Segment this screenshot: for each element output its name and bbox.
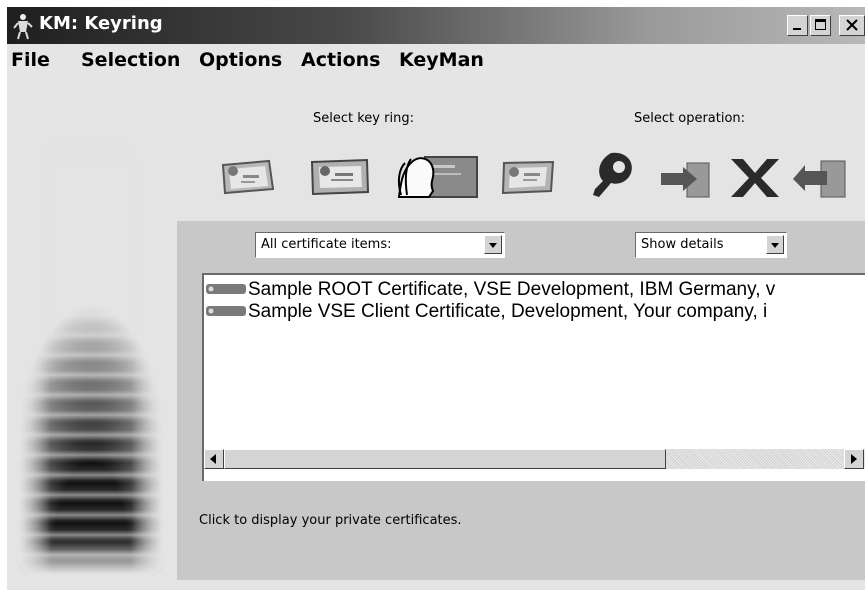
select-operation-label: Select operation: <box>634 111 746 126</box>
certificate-card-icon[interactable] <box>499 157 557 197</box>
keyring-window: KM: Keyring File Selection Options Actio… <box>7 7 865 590</box>
item-filter-select[interactable]: All certificate items: <box>255 232 505 258</box>
delete-x-icon[interactable] <box>727 155 783 201</box>
scrollbar-track[interactable] <box>666 449 844 469</box>
key-icon[interactable] <box>589 149 641 201</box>
menu-bar: File Selection Options Actions KeyMan <box>7 45 865 77</box>
minimize-icon <box>793 28 801 30</box>
certificate-card-icon[interactable] <box>309 157 371 197</box>
app-icon <box>13 14 33 40</box>
menu-keyman[interactable]: KeyMan <box>399 49 484 71</box>
window-title: KM: Keyring <box>39 13 163 34</box>
certificate-name: Sample VSE Client Certificate, Developme… <box>248 301 768 322</box>
certificate-item-icon <box>206 306 246 316</box>
menu-options[interactable]: Options <box>199 49 282 71</box>
menu-selection[interactable]: Selection <box>81 49 180 71</box>
main-content: Select key ring: Select operation: All c… <box>7 79 865 590</box>
side-graphic-fade <box>19 103 163 575</box>
close-icon <box>846 19 858 31</box>
horizontal-scrollbar[interactable] <box>204 449 865 469</box>
arrow-right-icon <box>851 454 857 464</box>
certificate-list[interactable]: Sample ROOT Certificate, VSE Development… <box>202 273 865 481</box>
scroll-left-button[interactable] <box>204 449 224 469</box>
title-bar[interactable]: KM: Keyring <box>7 7 865 44</box>
certificate-name: Sample ROOT Certificate, VSE Development… <box>248 279 776 300</box>
certificate-card-icon[interactable] <box>219 157 277 197</box>
status-message: Click to display your private certificat… <box>199 513 462 528</box>
certificate-panel: All certificate items: Show details Samp… <box>177 221 865 580</box>
chevron-down-icon[interactable] <box>484 235 502 254</box>
item-filter-value: All certificate items: <box>261 237 392 252</box>
menu-file[interactable]: File <box>11 49 50 71</box>
minimize-button[interactable] <box>787 15 808 36</box>
export-arrow-icon[interactable] <box>791 157 849 201</box>
details-value: Show details <box>641 237 724 252</box>
maximize-button[interactable] <box>810 15 831 36</box>
select-key-ring-label: Select key ring: <box>313 111 414 126</box>
maximize-icon <box>815 19 826 30</box>
private-certificate-person-icon[interactable] <box>395 151 479 199</box>
scrollbar-thumb[interactable] <box>224 449 666 469</box>
close-button[interactable] <box>839 15 865 36</box>
import-arrow-icon[interactable] <box>657 159 713 201</box>
arrow-left-icon <box>210 454 216 464</box>
scroll-right-button[interactable] <box>844 449 864 469</box>
chevron-down-icon[interactable] <box>766 235 784 254</box>
certificate-item-icon <box>206 284 246 294</box>
menu-actions[interactable]: Actions <box>301 49 380 71</box>
details-select[interactable]: Show details <box>635 232 787 258</box>
